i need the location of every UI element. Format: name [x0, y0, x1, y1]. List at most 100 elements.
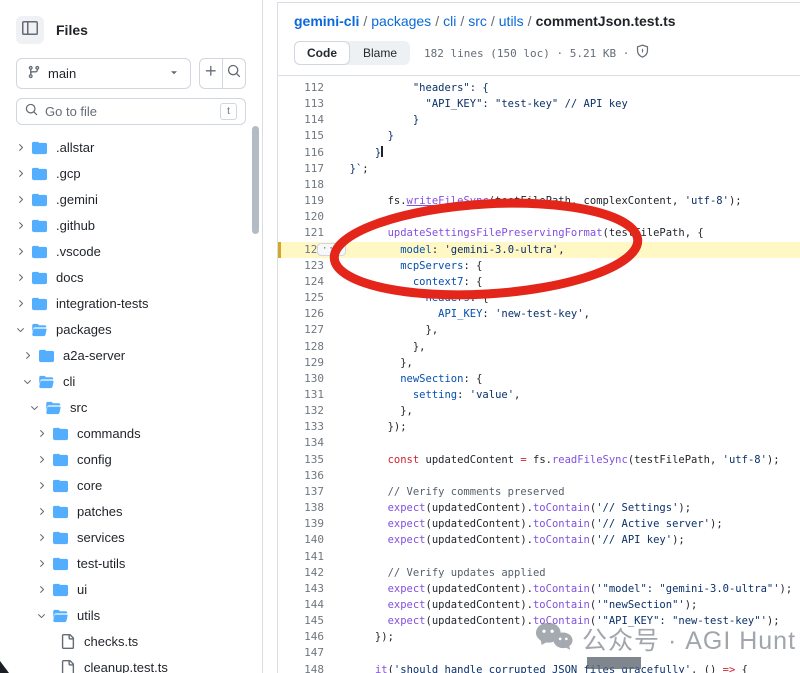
plus-icon [204, 64, 218, 83]
line-number[interactable]: 127 [278, 322, 324, 338]
tree-item-label: .allstar [56, 140, 94, 155]
tree-item-cli[interactable]: cli [0, 368, 262, 394]
tree-item-checks.ts[interactable]: checks.ts [0, 628, 262, 654]
tree-item-label: ui [77, 582, 87, 597]
chevron-right-icon [35, 505, 47, 517]
line-number[interactable]: 132 [278, 403, 324, 419]
tree-item-.github[interactable]: .github [0, 212, 262, 238]
line-number[interactable]: 134 [278, 435, 324, 451]
tree-item-patches[interactable]: patches [0, 498, 262, 524]
line-number[interactable]: 130 [278, 371, 324, 387]
line-number[interactable]: 137 [278, 484, 324, 500]
new-file-button[interactable] [200, 59, 222, 88]
line-number[interactable]: 128 [278, 339, 324, 355]
breadcrumb-file-name: commentJson.test.ts [536, 13, 676, 29]
tree-item-.gemini[interactable]: .gemini [0, 186, 262, 212]
line-number[interactable]: 145 [278, 613, 324, 629]
line-number[interactable]: 118 [278, 177, 324, 193]
tree-item-.allstar[interactable]: .allstar [0, 134, 262, 160]
line-number[interactable]: 148 [278, 662, 324, 673]
code-line-146: 146 }); [278, 629, 800, 645]
line-content: context7: { [337, 274, 482, 290]
code-line-116: 116 } [278, 145, 800, 161]
tree-item-.gcp[interactable]: .gcp [0, 160, 262, 186]
shield-icon[interactable] [635, 44, 650, 62]
tab-code[interactable]: Code [294, 41, 350, 65]
line-number[interactable]: 139 [278, 516, 324, 532]
line-number[interactable]: 115 [278, 128, 324, 144]
line-number[interactable]: 120 [278, 209, 324, 225]
sidebar-collapse-button[interactable] [16, 16, 44, 44]
code-line-125: 125 headers: { [278, 290, 800, 306]
line-content: }, [337, 403, 413, 419]
tree-item-src[interactable]: src [0, 394, 262, 420]
breadcrumb-link-utils[interactable]: utils [499, 13, 524, 29]
line-number[interactable]: 116 [278, 145, 324, 161]
search-icon [25, 103, 38, 121]
code-line-139: 139 expect(updatedContent).toContain('//… [278, 516, 800, 532]
line-number[interactable]: 112 [278, 80, 324, 96]
tree-item-integration-tests[interactable]: integration-tests [0, 290, 262, 316]
line-number[interactable]: 141 [278, 549, 324, 565]
line-number[interactable]: 123 [278, 258, 324, 274]
line-number[interactable]: 121 [278, 225, 324, 241]
breadcrumb-link-src[interactable]: src [468, 13, 487, 29]
chevron-right-icon [14, 141, 26, 153]
tree-item-core[interactable]: core [0, 472, 262, 498]
tree-item-commands[interactable]: commands [0, 420, 262, 446]
line-options-button[interactable]: ··· [317, 243, 346, 256]
line-number[interactable]: 136 [278, 468, 324, 484]
tree-item-config[interactable]: config [0, 446, 262, 472]
line-number[interactable]: 146 [278, 629, 324, 645]
line-number[interactable]: 129 [278, 355, 324, 371]
tree-item-packages[interactable]: packages [0, 316, 262, 342]
folder-icon [53, 425, 69, 441]
breadcrumb-link-packages[interactable]: packages [371, 13, 431, 29]
line-content: expect(updatedContent).toContain('// API… [337, 532, 685, 548]
sidebar-scrollbar[interactable] [252, 126, 259, 234]
tree-item-.vscode[interactable]: .vscode [0, 238, 262, 264]
tree-item-cleanup.test.ts[interactable]: cleanup.test.ts [0, 654, 262, 673]
line-content: "headers": { [337, 80, 489, 96]
line-number[interactable]: 131 [278, 387, 324, 403]
line-number[interactable]: 125 [278, 290, 324, 306]
go-to-file-input[interactable]: Go to file t [16, 98, 246, 125]
line-number[interactable]: 144 [278, 597, 324, 613]
line-number[interactable]: 124 [278, 274, 324, 290]
breadcrumb-separator: / [524, 13, 536, 29]
tree-item-a2a-server[interactable]: a2a-server [0, 342, 262, 368]
branch-selector[interactable]: main [16, 58, 191, 89]
tree-item-label: cli [63, 374, 75, 389]
file-content-panel: gemini-cli/packages/cli/src/utils/commen… [277, 2, 800, 673]
tree-item-docs[interactable]: docs [0, 264, 262, 290]
line-number[interactable]: 140 [278, 532, 324, 548]
line-number[interactable]: 147 [278, 645, 324, 661]
tree-item-label: .vscode [56, 244, 101, 259]
line-number[interactable]: 117 [278, 161, 324, 177]
tree-item-test-utils[interactable]: test-utils [0, 550, 262, 576]
line-content: expect(updatedContent).toContain('"API_K… [337, 613, 780, 629]
code-line-128: 128 }, [278, 339, 800, 355]
line-number[interactable]: 126 [278, 306, 324, 322]
line-number[interactable]: 119 [278, 193, 324, 209]
code-line-118: 118 [278, 177, 800, 193]
tree-item-services[interactable]: services [0, 524, 262, 550]
line-number[interactable]: 143 [278, 581, 324, 597]
breadcrumb-link-cli[interactable]: cli [443, 13, 456, 29]
file-icon [60, 633, 76, 649]
folder-icon [53, 477, 69, 493]
line-number[interactable]: 133 [278, 419, 324, 435]
code-line-140: 140 expect(updatedContent).toContain('//… [278, 532, 800, 548]
line-number[interactable]: 113 [278, 96, 324, 112]
breadcrumb-repo-link[interactable]: gemini-cli [294, 13, 359, 29]
tree-item-ui[interactable]: ui [0, 576, 262, 602]
line-number[interactable]: 138 [278, 500, 324, 516]
line-content: updateSettingsFilePreservingFormat(testF… [337, 225, 704, 241]
line-number[interactable]: 114 [278, 112, 324, 128]
tab-blame[interactable]: Blame [350, 41, 410, 65]
folder-icon [53, 555, 69, 571]
search-tree-button[interactable] [223, 59, 245, 88]
line-number[interactable]: 142 [278, 565, 324, 581]
line-number[interactable]: 135 [278, 452, 324, 468]
tree-item-utils[interactable]: utils [0, 602, 262, 628]
